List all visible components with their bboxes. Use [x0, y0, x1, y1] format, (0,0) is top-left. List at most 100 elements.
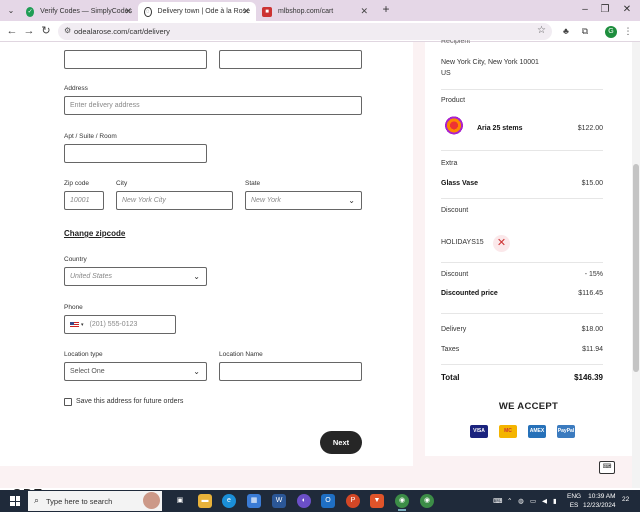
store-icon[interactable]: ▦: [247, 494, 261, 508]
page-scrollbar[interactable]: [632, 42, 640, 488]
volume-icon[interactable]: ◀: [542, 497, 547, 505]
city-input[interactable]: New York City: [116, 191, 233, 210]
windows-start-icon[interactable]: [10, 496, 20, 506]
keyboard-tray-icon[interactable]: ⌨: [493, 497, 502, 505]
site-info-icon[interactable]: ⚙: [64, 26, 71, 35]
delivery-value: $18.00: [581, 326, 603, 333]
task-view-icon[interactable]: ▣: [173, 494, 187, 508]
paypal-icon: PayPal: [557, 425, 575, 438]
page-viewport: Address Enter delivery address Apt / Sui…: [0, 42, 632, 488]
last-name-field[interactable]: [219, 50, 362, 69]
taskbar-clock[interactable]: 10:39 AM 12/23/2024: [583, 492, 616, 510]
recipient-heading: Recipient: [441, 40, 471, 45]
zip-input[interactable]: 10001: [64, 191, 104, 210]
file-explorer-icon[interactable]: ▬: [198, 494, 212, 508]
divider: [441, 150, 603, 151]
search-highlight-icon[interactable]: [143, 492, 160, 509]
brave-icon[interactable]: ▼: [370, 494, 384, 508]
address-input[interactable]: Enter delivery address: [64, 96, 362, 115]
tab-search-chevron-icon[interactable]: ⌄: [4, 3, 18, 17]
state-label: State: [245, 180, 261, 187]
state-select[interactable]: New York ⌄: [245, 191, 362, 210]
region-code: ES: [569, 502, 579, 509]
divider: [441, 262, 603, 263]
close-tab-icon[interactable]: ✕: [124, 6, 132, 17]
forward-arrow-icon[interactable]: →: [22, 24, 36, 38]
next-button[interactable]: Next: [320, 431, 362, 454]
change-zipcode-link[interactable]: Change zipcode: [64, 229, 125, 238]
word-icon[interactable]: W: [272, 494, 286, 508]
scrollbar-thumb[interactable]: [633, 164, 639, 372]
taskbar-search[interactable]: ⌕ Type here to search: [28, 491, 162, 511]
close-tab-icon[interactable]: ✕: [360, 6, 368, 17]
edge-icon[interactable]: e: [222, 494, 236, 508]
new-tab-plus-icon[interactable]: +: [379, 3, 393, 17]
back-arrow-icon[interactable]: ←: [5, 24, 19, 38]
discounted-price-value: $116.45: [578, 290, 603, 297]
phone-placeholder: (201) 555-0123: [89, 321, 138, 328]
mlb-favicon-icon: ■: [262, 6, 272, 17]
country-select[interactable]: United States ⌄: [64, 267, 207, 286]
browser-toolbar: ← → ↻ ⚙ odealarose.com/cart/delivery ☆ ♣…: [0, 21, 640, 42]
address-bar[interactable]: ⚙ odealarose.com/cart/delivery ☆: [58, 23, 552, 40]
chrome-icon[interactable]: ◉: [395, 494, 409, 511]
visa-card-icon: VISA: [470, 425, 488, 438]
notifications-badge[interactable]: 22: [622, 496, 629, 503]
restore-icon[interactable]: ❐: [598, 3, 612, 17]
minimize-icon[interactable]: –: [578, 3, 592, 17]
location-type-label: Location type: [64, 351, 103, 358]
taxes-value: $11.94: [582, 346, 603, 353]
taxes-label: Taxes: [441, 346, 460, 353]
bookmark-star-icon[interactable]: ☆: [537, 25, 546, 36]
country-label: Country: [64, 256, 87, 263]
extensions-puzzle-icon[interactable]: ⧉: [579, 25, 591, 37]
language-code: ENG: [567, 493, 582, 500]
us-flag-icon[interactable]: [70, 321, 79, 328]
location-type-select[interactable]: Select One ⌄: [64, 362, 207, 381]
tab-title: Delivery town | Ode à la Rose: [157, 8, 250, 15]
discount-heading: Discount: [441, 207, 469, 214]
divider: [441, 364, 603, 365]
profile-avatar[interactable]: G: [605, 26, 617, 38]
close-tab-icon[interactable]: ✕: [242, 6, 250, 17]
total-value: $146.39: [574, 373, 603, 382]
outlook-icon[interactable]: O: [321, 494, 335, 508]
network-icon[interactable]: ▭: [530, 497, 536, 505]
tab-simplycodes[interactable]: ✓ Verify Codes — SimplyCodes ✕: [20, 2, 138, 21]
chat-keyboard-icon[interactable]: ⌨: [599, 461, 615, 474]
location-name-input[interactable]: [219, 362, 362, 381]
discount-code: HOLIDAYS15: [441, 239, 484, 246]
first-name-field[interactable]: [64, 50, 207, 69]
menu-kebab-icon[interactable]: ⋮: [622, 25, 634, 37]
copilot-icon[interactable]: ◐: [297, 494, 311, 508]
apt-input[interactable]: [64, 144, 207, 163]
chrome-profile-icon[interactable]: ◉: [420, 494, 434, 508]
reload-icon[interactable]: ↻: [39, 24, 53, 38]
chevron-down-icon: ⌄: [193, 367, 200, 376]
divider: [441, 198, 603, 199]
divider: [441, 89, 603, 90]
country-code-chevron-icon[interactable]: ▾: [81, 322, 84, 328]
recipient-city: New York City, New York 10001: [441, 59, 539, 66]
amex-card-icon: AMEX: [528, 425, 546, 438]
product-price: $122.00: [577, 125, 603, 132]
language-indicator[interactable]: ENG ES: [567, 492, 581, 510]
url-text: odealarose.com/cart/delivery: [74, 27, 170, 36]
delivery-label: Delivery: [441, 326, 467, 333]
window-close-icon[interactable]: ✕: [620, 3, 634, 17]
tray-chevron-up-icon[interactable]: ⌃: [507, 497, 512, 505]
save-address-checkbox[interactable]: [64, 398, 72, 406]
globe-favicon-icon: ◌: [144, 6, 152, 17]
powerpoint-icon[interactable]: P: [346, 494, 360, 508]
city-label: City: [116, 180, 128, 187]
tray-app-icon[interactable]: ◍: [518, 497, 524, 505]
tab-odealarose[interactable]: ◌ Delivery town | Ode à la Rose ✕: [138, 2, 256, 21]
extension-icon[interactable]: ♣: [560, 25, 572, 37]
phone-input[interactable]: ▾ (201) 555-0123: [64, 315, 176, 334]
tab-mlbshop[interactable]: ■ mlbshop.com/cart ✕: [256, 2, 374, 21]
tab-strip: ⌄ ✓ Verify Codes — SimplyCodes ✕ ◌ Deliv…: [0, 0, 640, 21]
remove-discount-close-icon[interactable]: ✕: [493, 235, 510, 252]
battery-icon[interactable]: ▮: [553, 497, 557, 505]
total-label: Total: [441, 373, 460, 382]
divider: [441, 313, 603, 314]
